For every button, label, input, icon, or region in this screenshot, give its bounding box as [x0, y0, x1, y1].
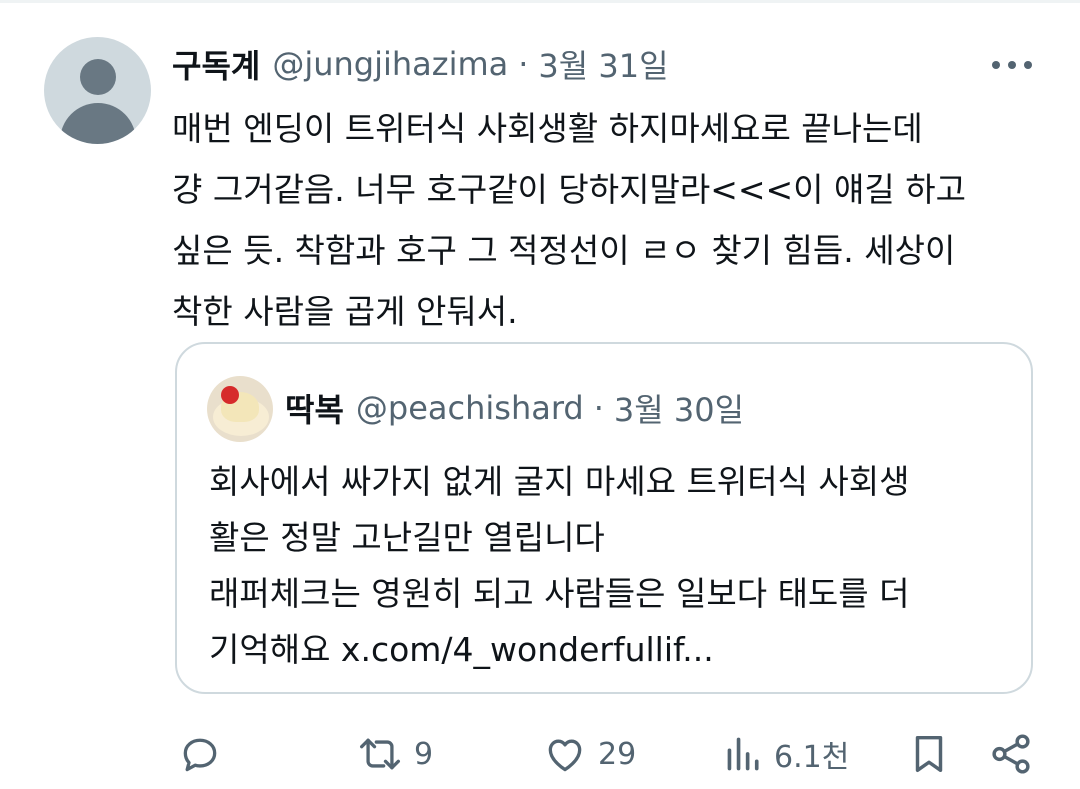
tweet: 구독계 @jungjihazima · 3월 31일 매번 엔딩이 트위터식 사…	[0, 0, 1080, 789]
avatar-body-shape	[60, 103, 136, 144]
repost-icon	[360, 738, 400, 770]
share-icon	[992, 734, 1030, 774]
quoted-author-handle[interactable]: @peachishard	[356, 389, 584, 427]
quoted-text-line: 기억해요 x.com/4_wonderfullif...	[209, 630, 714, 669]
heart-icon	[548, 739, 582, 772]
tweet-text-line: 착한 사람을 곱게 안둬서.	[172, 292, 518, 331]
quoted-author-name[interactable]: 딱복	[285, 385, 344, 431]
reply-icon	[183, 738, 217, 772]
action-bar: 9 29 6.1천	[0, 724, 1080, 784]
tweet-text-line: 걍 그거같음. 너무 호구같이 당하지말라<<<이 얘길 하고	[172, 170, 966, 209]
like-button[interactable]: 29	[542, 730, 636, 778]
share-button[interactable]	[988, 730, 1034, 778]
tweet-text-line: 매번 엔딩이 트위터식 사회생활 하지마세요로 끝나는데	[172, 109, 923, 148]
quoted-tweet[interactable]: 딱복 @peachishard · 3월 30일 회사에서 싸가지 없게 굴지 …	[175, 342, 1033, 694]
more-icon[interactable]	[990, 52, 1034, 76]
quoted-tweet-text: 회사에서 싸가지 없게 굴지 마세요 트위터식 사회생 활은 정말 고난길만 열…	[209, 454, 1009, 678]
like-count: 29	[598, 736, 637, 772]
author-handle[interactable]: @jungjihazima	[272, 45, 508, 83]
quoted-text-line: 래퍼체크는 영원히 되고 사람들은 일보다 태도를 더	[209, 574, 910, 613]
author-name[interactable]: 구독계	[172, 41, 260, 87]
repost-count: 9	[414, 736, 434, 772]
quoted-header-separator: ·	[593, 389, 604, 427]
quoted-text-line: 활은 정말 고난길만 열립니다	[209, 518, 605, 557]
quoted-tweet-header: 딱복 @peachishard · 3월 30일	[285, 386, 744, 430]
header-separator: ·	[518, 45, 529, 83]
tweet-header: 구독계 @jungjihazima · 3월 31일	[172, 40, 669, 88]
views-icon	[727, 737, 759, 771]
bookmark-icon	[915, 735, 943, 773]
quoted-tweet-date[interactable]: 3월 30일	[614, 385, 744, 431]
author-avatar[interactable]	[44, 37, 151, 144]
quoted-text-line: 회사에서 싸가지 없게 굴지 마세요 트위터식 사회생	[209, 462, 910, 501]
reply-button[interactable]	[178, 730, 232, 778]
tweet-date[interactable]: 3월 31일	[538, 41, 668, 87]
views-count: 6.1천	[774, 740, 850, 775]
tweet-text: 매번 엔딩이 트위터식 사회생활 하지마세요로 끝나는데 걍 그거같음. 너무 …	[172, 98, 1032, 342]
tweet-text-line: 싶은 듯. 착함과 호구 그 적정선이 ㄹㅇ 찾기 힘듬. 세상이	[172, 231, 956, 270]
avatar-strawberry-shape	[221, 386, 239, 404]
bookmark-button[interactable]	[906, 730, 952, 778]
views-button[interactable]: 6.1천	[724, 730, 849, 778]
repost-button[interactable]: 9	[356, 730, 433, 778]
avatar-head-shape	[80, 59, 116, 95]
quoted-author-avatar[interactable]	[207, 376, 273, 442]
